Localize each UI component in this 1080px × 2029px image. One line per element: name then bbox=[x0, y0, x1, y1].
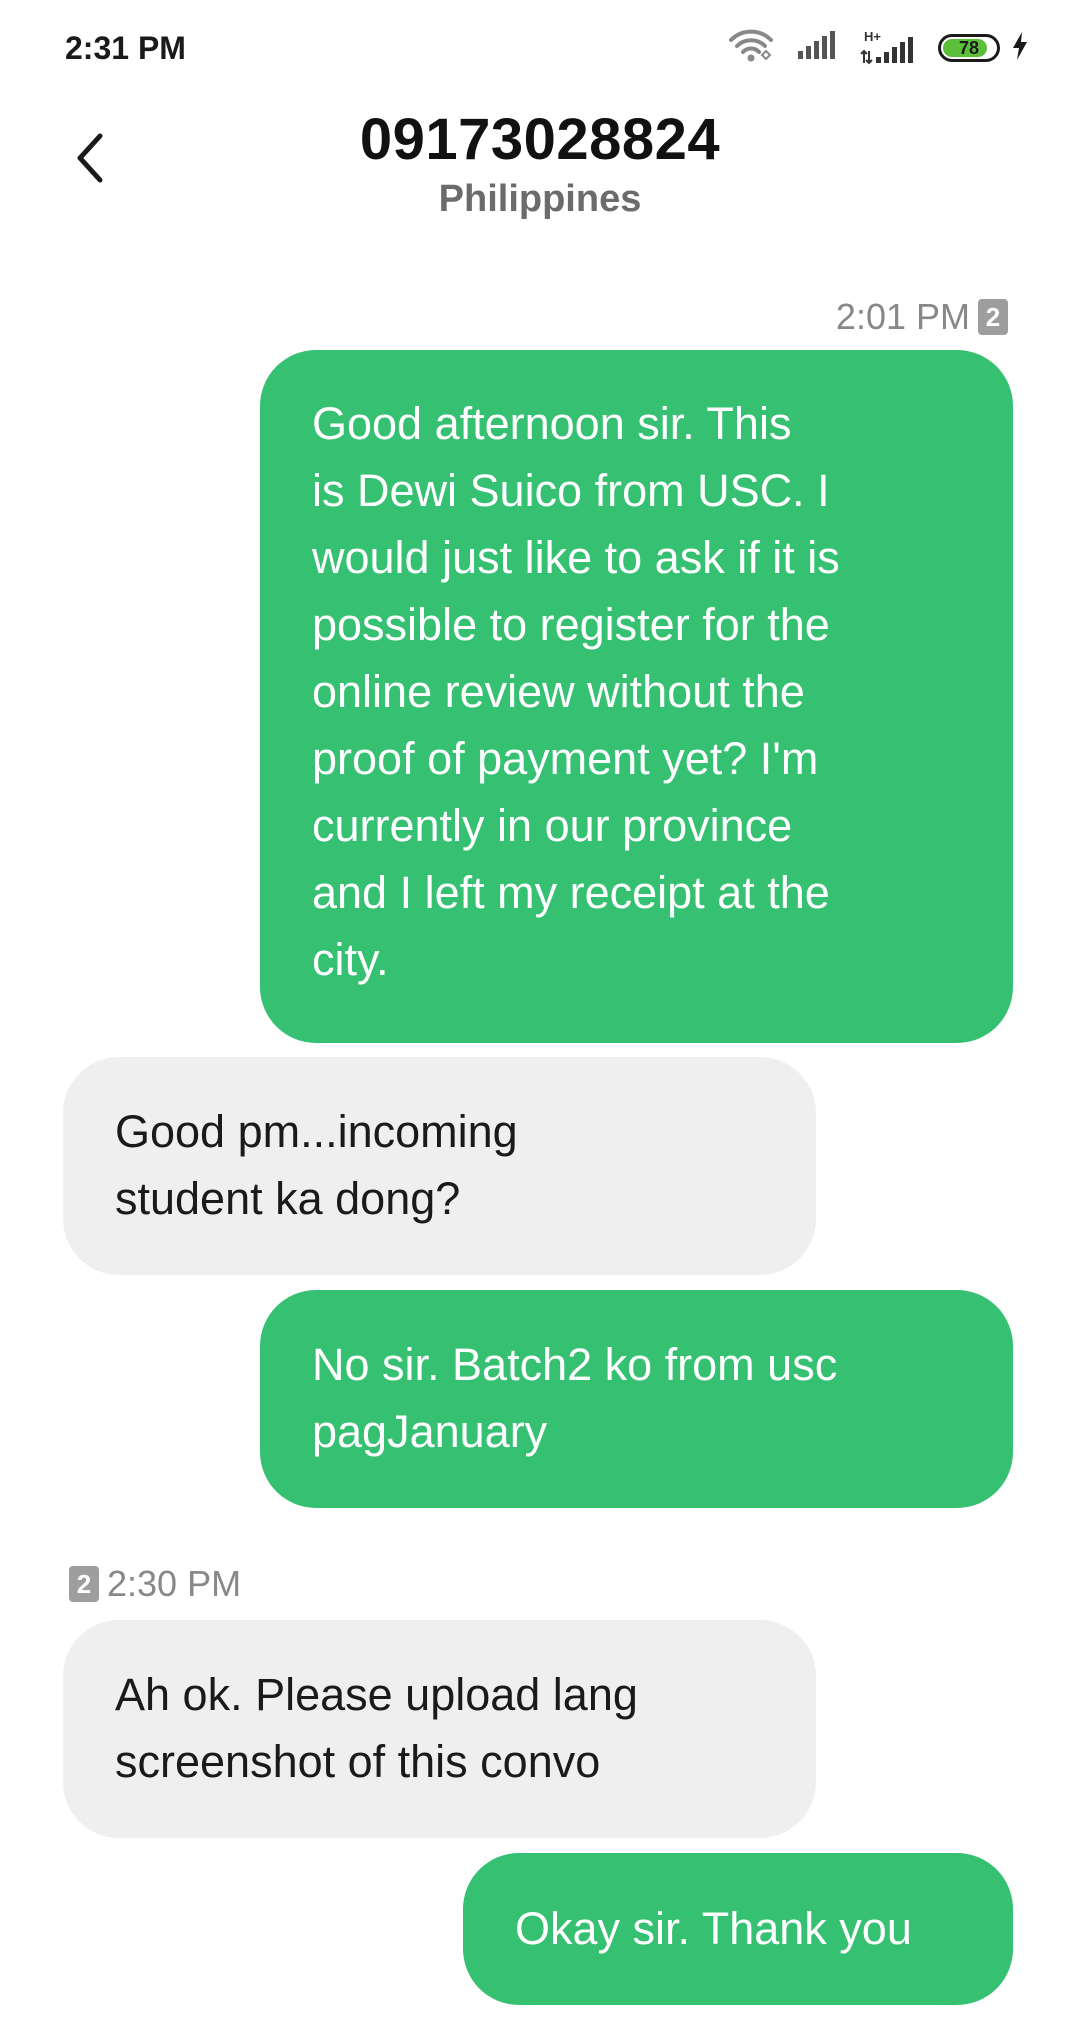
status-time: 2:31 PM bbox=[65, 30, 186, 66]
message-timestamp: 2 2:30 PM bbox=[69, 1563, 241, 1605]
contact-location: Philippines bbox=[438, 178, 642, 220]
battery-icon: 78 bbox=[938, 34, 1000, 62]
contact-number[interactable]: 09173028824 bbox=[0, 106, 1080, 173]
timestamp-text: 2:01 PM bbox=[835, 296, 970, 337]
timestamp-text: 2:30 PM bbox=[107, 1563, 242, 1604]
charging-bolt-icon bbox=[1010, 31, 1030, 66]
battery-level: 78 bbox=[958, 38, 980, 58]
signal-icon bbox=[796, 30, 838, 66]
outgoing-message[interactable]: Good afternoon sir. This is Dewi Suico f… bbox=[260, 350, 1013, 1043]
conversation-header: 09173028824 Philippines bbox=[0, 100, 1080, 240]
message-timestamp: 2:01 PM 2 bbox=[836, 296, 1008, 338]
sim-2-icon: 2 bbox=[978, 299, 1008, 335]
outgoing-message[interactable]: Okay sir. Thank you bbox=[463, 1853, 1013, 2005]
wifi-icon bbox=[728, 29, 774, 68]
signal-h-plus-icon: H+ bbox=[860, 29, 916, 65]
status-bar: 2:31 PM H+ 78 bbox=[0, 0, 1080, 100]
outgoing-message[interactable]: No sir. Batch2 ko from usc pagJanuary bbox=[260, 1290, 1013, 1508]
incoming-message[interactable]: Good pm...incoming student ka dong? bbox=[63, 1057, 816, 1275]
incoming-message[interactable]: Ah ok. Please upload lang screenshot of … bbox=[63, 1620, 816, 1838]
status-icons: H+ 78 bbox=[728, 28, 1030, 68]
sim-2-icon: 2 bbox=[69, 1566, 99, 1602]
